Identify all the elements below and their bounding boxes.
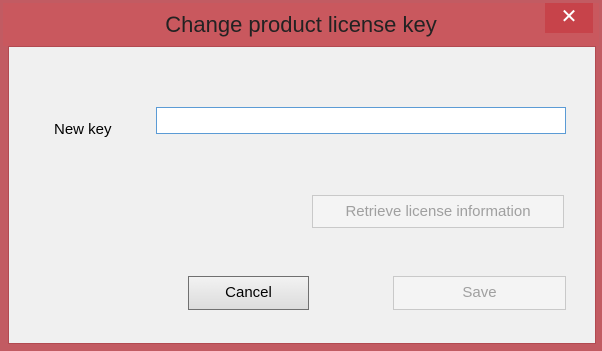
dialog-window: Change product license key ✕ New key Ret… [0,0,602,351]
dialog-body: New key Retrieve license information Can… [8,46,596,344]
save-button[interactable]: Save [393,276,566,310]
close-button[interactable]: ✕ [545,3,593,33]
new-key-label: New key [54,121,112,138]
title-bar[interactable]: Change product license key ✕ [3,3,599,46]
close-icon: ✕ [560,6,578,28]
dialog-title: Change product license key [165,12,437,37]
retrieve-license-button[interactable]: Retrieve license information [312,195,564,228]
new-key-input[interactable] [156,107,566,134]
cancel-button[interactable]: Cancel [188,276,309,310]
